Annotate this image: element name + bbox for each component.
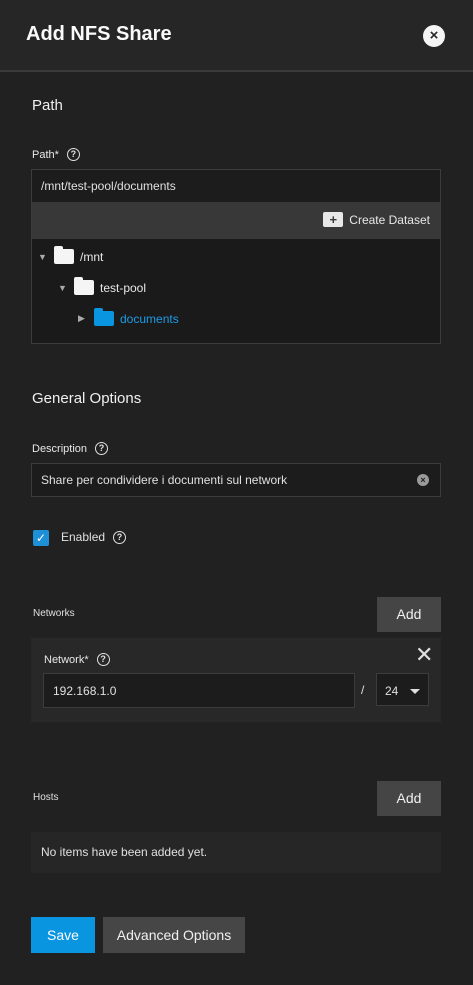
hosts-label: Hosts — [33, 792, 59, 803]
add-host-button[interactable]: Add — [377, 781, 441, 816]
advanced-options-button[interactable]: Advanced Options — [103, 917, 245, 953]
dialog-title: Add NFS Share — [26, 23, 172, 45]
help-icon[interactable]: ? — [95, 442, 109, 455]
tree-node-label: test-pool — [100, 280, 147, 295]
clear-icon[interactable]: × — [417, 474, 429, 486]
tree-node-test-pool[interactable]: ▼ test-pool — [58, 277, 147, 295]
add-network-button[interactable]: Add — [377, 597, 441, 632]
chevron-right-icon[interactable]: ▶ — [78, 313, 94, 324]
tree-node-documents[interactable]: ▶ documents — [78, 308, 179, 326]
netmask-select[interactable]: 24 — [376, 673, 429, 706]
help-icon[interactable]: ? — [113, 530, 127, 544]
path-section-title: Path — [32, 97, 63, 114]
chevron-down-icon — [410, 689, 420, 694]
create-dataset-label: Create Dataset — [349, 212, 430, 227]
network-slash: / — [361, 683, 365, 697]
path-label: Path* ? — [32, 148, 80, 161]
networks-label: Networks — [33, 608, 75, 619]
path-explorer: /mnt/test-pool/documents + Create Datase… — [31, 169, 441, 344]
close-icon[interactable]: × — [423, 25, 445, 47]
tree-node-mnt[interactable]: ▼ /mnt — [38, 246, 104, 264]
enabled-label: Enabled ? — [61, 530, 127, 544]
create-dataset-button[interactable]: + Create Dataset — [323, 212, 430, 227]
dataset-toolbar: + Create Dataset — [32, 202, 440, 239]
description-input[interactable]: Share per condividere i documenti sul ne… — [31, 463, 441, 497]
enabled-checkbox[interactable]: ✓ — [33, 530, 49, 546]
folder-icon — [54, 246, 74, 264]
save-button[interactable]: Save — [31, 917, 95, 953]
tree-node-label: /mnt — [80, 249, 104, 264]
dialog-header: Add NFS Share × — [0, 0, 473, 72]
folder-icon — [74, 277, 94, 295]
help-icon[interactable]: ? — [66, 148, 80, 161]
chevron-down-icon[interactable]: ▼ — [58, 283, 74, 293]
folder-plus-icon: + — [323, 212, 344, 227]
description-label: Description ? — [32, 442, 109, 455]
folder-icon — [94, 308, 114, 326]
hosts-empty-state: No items have been added yet. — [31, 832, 441, 873]
network-label: Network* ? — [44, 653, 110, 666]
help-icon[interactable]: ? — [96, 653, 110, 666]
tree-node-label: documents — [120, 311, 179, 326]
chevron-down-icon[interactable]: ▼ — [38, 252, 54, 262]
general-options-title: General Options — [32, 390, 142, 407]
network-item: Network* ? ✕ 192.168.1.0 / 24 — [31, 638, 441, 722]
network-address-input[interactable]: 192.168.1.0 — [43, 673, 355, 708]
path-input[interactable]: /mnt/test-pool/documents — [32, 170, 440, 202]
remove-network-icon[interactable]: ✕ — [415, 642, 433, 668]
